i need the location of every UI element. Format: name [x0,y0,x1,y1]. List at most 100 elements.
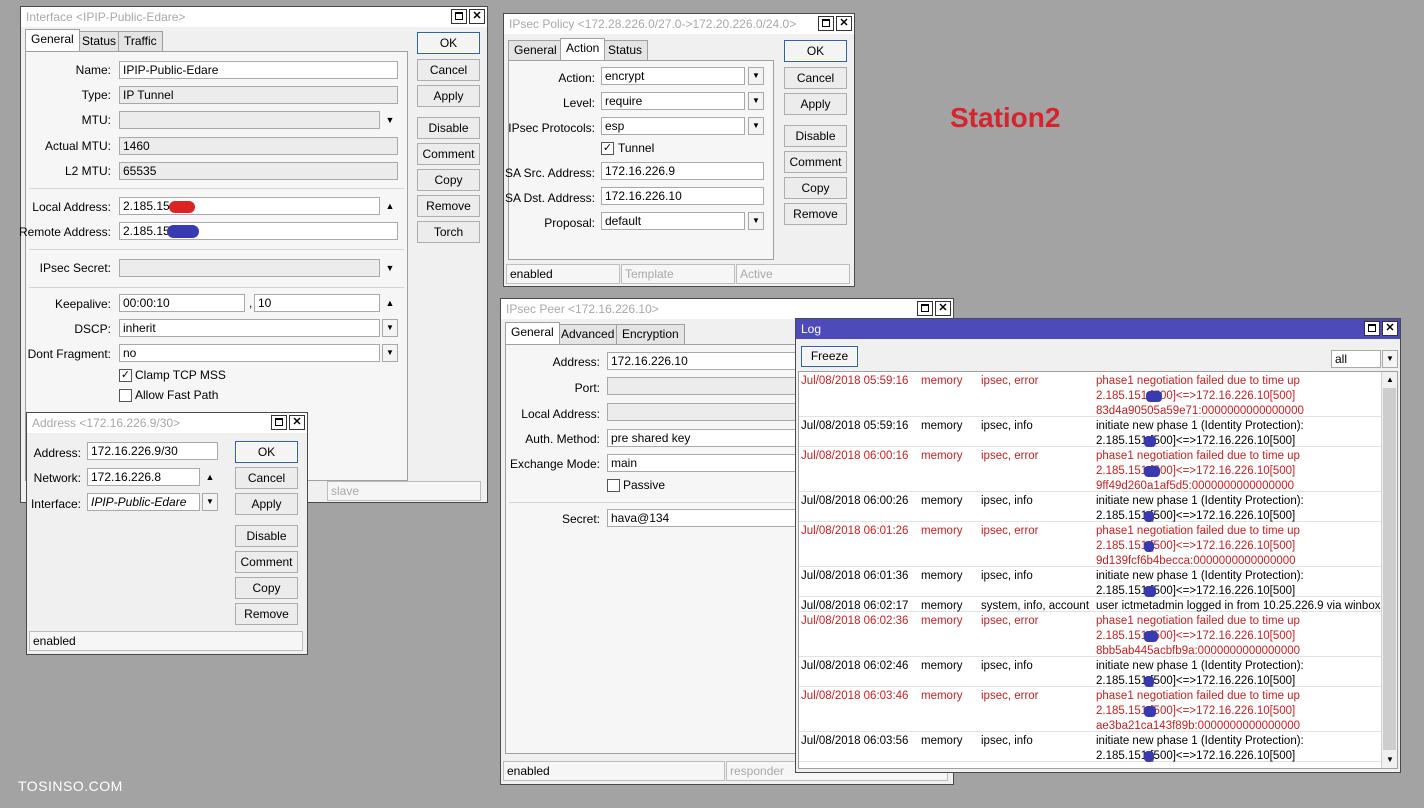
proposal-field[interactable]: default [601,212,745,230]
tab-status[interactable]: Status [602,40,649,60]
ipsec-protocols-dropdown-icon[interactable]: ▼ [748,117,764,135]
log-row[interactable]: Jul/08/2018 06:01:26 memory ipsec, error ph… [799,522,1381,567]
tab-action[interactable]: Action [560,38,606,60]
log-row[interactable]: Jul/08/2018 06:00:26 memory ipsec, info ini… [799,492,1381,522]
exchange-mode-field[interactable]: main [607,454,797,472]
address-window-title[interactable]: Address <172.16.226.9/30> [27,413,307,433]
local-address-field[interactable]: 2.185.151 [119,197,380,215]
close-icon[interactable]: ✕ [469,9,485,24]
tab-encryption[interactable]: Encryption [616,324,685,344]
maximize-icon[interactable] [271,415,287,430]
log-row[interactable]: Jul/08/2018 05:59:16 memory ipsec, error ph… [799,372,1381,417]
tab-advanced[interactable]: Advanced [555,324,621,344]
port-field[interactable] [607,377,797,395]
dont-fragment-field[interactable]: no [119,344,380,362]
scroll-down-icon[interactable]: ▼ [1384,754,1396,766]
action-dropdown-icon[interactable]: ▼ [748,67,764,85]
address-field[interactable]: 172.16.226.9/30 [87,442,218,460]
tab-general[interactable]: General [505,322,560,344]
log-row[interactable]: Jul/08/2018 06:00:16 memory ipsec, error ph… [799,447,1381,492]
interface-window-title[interactable]: Interface <IPIP-Public-Edare> [21,7,487,27]
tab-general[interactable]: General [25,29,80,51]
dscp-field[interactable]: inherit [119,319,380,337]
copy-button[interactable]: Copy [784,177,847,199]
close-icon[interactable]: ✕ [935,301,951,316]
ok-button[interactable]: OK [235,441,298,463]
keepalive-up-icon[interactable]: ▲ [383,296,397,310]
maximize-icon[interactable] [1364,321,1380,336]
freeze-button[interactable]: Freeze [801,346,858,367]
network-field[interactable]: 172.16.226.8 [87,468,200,486]
log-filter-select[interactable]: all [1331,350,1381,368]
remove-button[interactable]: Remove [784,203,847,225]
torch-button[interactable]: Torch [417,221,480,243]
log-row[interactable]: Jul/08/2018 05:59:16 memory ipsec, info ini… [799,417,1381,447]
address-field[interactable]: 172.16.226.10 [607,352,797,370]
passive-checkbox[interactable] [607,479,620,492]
tab-status[interactable]: Status [76,31,123,51]
level-field[interactable]: require [601,92,745,110]
dont-fragment-dropdown-icon[interactable]: ▼ [382,344,398,362]
apply-button[interactable]: Apply [235,493,298,515]
log-row[interactable]: Jul/08/2018 06:02:36 memory ipsec, error ph… [799,612,1381,657]
log-row[interactable]: Jul/08/2018 06:03:46 memory ipsec, error ph… [799,687,1381,732]
cancel-button[interactable]: Cancel [235,467,298,489]
scroll-thumb[interactable] [1383,388,1396,750]
maximize-icon[interactable] [917,301,933,316]
log-filter-dropdown-icon[interactable]: ▼ [1382,350,1398,368]
maximize-icon[interactable] [818,16,834,31]
copy-button[interactable]: Copy [235,577,298,599]
keepalive-interval-field[interactable]: 00:00:10 [119,294,245,312]
disable-button[interactable]: Disable [417,117,480,139]
comment-button[interactable]: Comment [417,143,480,165]
remove-button[interactable]: Remove [235,603,298,625]
log-list[interactable]: ▲ ▼ Jul/08/2018 05:59:16 memory ipsec, err… [798,371,1398,769]
mtu-dropdown-icon[interactable]: ▼ [383,113,397,127]
ipsec-secret-field[interactable] [119,259,380,277]
interface-dropdown-icon[interactable]: ▼ [202,493,218,511]
tunnel-checkbox[interactable]: ✓ [601,142,614,155]
network-up-icon[interactable]: ▲ [203,470,217,484]
log-row[interactable]: Jul/08/2018 06:03:56 memory ipsec, info ini… [799,732,1381,762]
disable-button[interactable]: Disable [784,125,847,147]
proposal-dropdown-icon[interactable]: ▼ [748,212,764,230]
sa-src-field[interactable]: 172.16.226.9 [601,162,764,180]
close-icon[interactable]: ✕ [289,415,305,430]
close-icon[interactable]: ✕ [1382,321,1398,336]
interface-field[interactable]: IPIP-Public-Edare [87,493,200,511]
auth-method-field[interactable]: pre shared key [607,429,797,447]
scroll-up-icon[interactable]: ▲ [1384,374,1396,386]
cancel-button[interactable]: Cancel [784,67,847,89]
remove-button[interactable]: Remove [417,195,480,217]
tab-general[interactable]: General [508,40,563,60]
clamp-tcp-mss-checkbox[interactable]: ✓ [119,369,132,382]
local-address-field[interactable] [607,403,797,421]
name-field[interactable]: IPIP-Public-Edare [119,61,398,79]
log-row[interactable]: Jul/08/2018 06:02:46 memory ipsec, info ini… [799,657,1381,687]
dscp-dropdown-icon[interactable]: ▼ [382,319,398,337]
mtu-field[interactable] [119,111,380,129]
log-scrollbar[interactable]: ▲ ▼ [1381,372,1397,768]
disable-button[interactable]: Disable [235,525,298,547]
tab-traffic[interactable]: Traffic [118,31,163,51]
ipsec-peer-window-title[interactable]: IPsec Peer <172.16.226.10> [501,299,953,319]
comment-button[interactable]: Comment [235,551,298,573]
log-row[interactable]: Jul/08/2018 06:01:36 memory ipsec, info ini… [799,567,1381,597]
ok-button[interactable]: OK [417,32,480,54]
remote-address-field[interactable]: 2.185.151 [119,222,398,240]
keepalive-retries-field[interactable]: 10 [254,294,380,312]
ipsec-protocols-field[interactable]: esp [601,117,745,135]
log-window-title[interactable]: Log [796,319,1400,339]
allow-fast-path-checkbox[interactable] [119,389,132,402]
ipsec-policy-window-title[interactable]: IPsec Policy <172.28.226.0/27.0->172.20.… [504,14,854,34]
log-row[interactable]: Jul/08/2018 06:02:17 memory system, info, … [799,597,1381,612]
local-address-up-icon[interactable]: ▲ [383,199,397,213]
level-dropdown-icon[interactable]: ▼ [748,92,764,110]
ok-button[interactable]: OK [784,40,847,62]
ipsec-secret-dropdown-icon[interactable]: ▼ [383,261,397,275]
action-field[interactable]: encrypt [601,67,745,85]
cancel-button[interactable]: Cancel [417,59,480,81]
comment-button[interactable]: Comment [784,151,847,173]
maximize-icon[interactable] [451,9,467,24]
secret-field[interactable]: hava@134 [607,509,797,527]
